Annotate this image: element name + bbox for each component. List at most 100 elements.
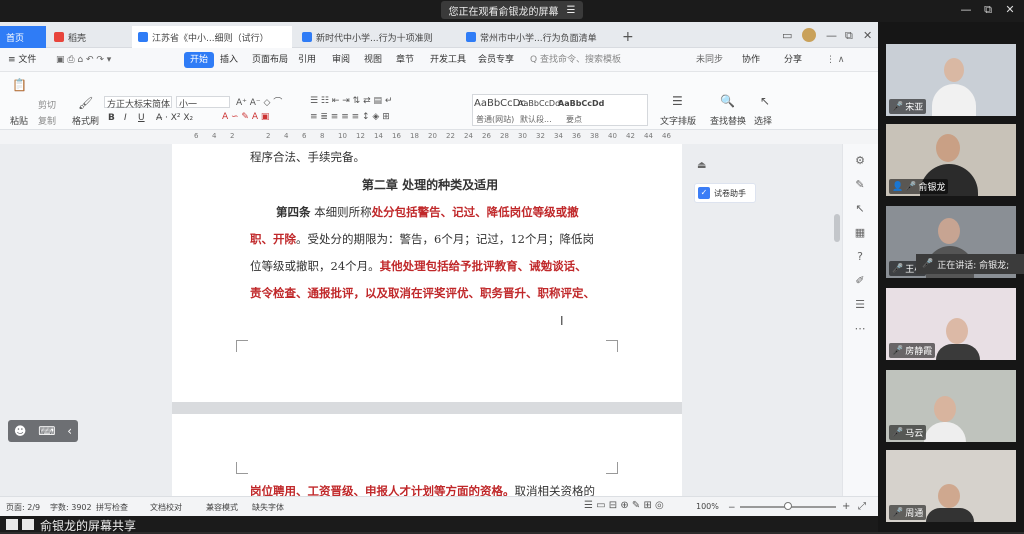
rail-list-icon[interactable]: ☰: [853, 298, 867, 312]
tab-docer[interactable]: 稻壳: [48, 26, 128, 48]
rail-pointer-icon[interactable]: ↖: [853, 202, 867, 216]
fullscreen-icon[interactable]: ⤢: [858, 501, 866, 512]
tab-document-3[interactable]: 常州市中小学...行为负面清单: [460, 26, 620, 48]
cut-button[interactable]: 剪切: [38, 98, 56, 111]
rail-help-icon[interactable]: ?: [853, 250, 867, 264]
new-tab-button[interactable]: +: [622, 29, 634, 45]
copy-button[interactable]: 复制: [38, 114, 56, 127]
doc-line-2[interactable]: 职、开除。受处分的期限为：警告，6个月；记过，12个月；降低岗: [250, 232, 610, 246]
more-icon[interactable]: ⋮ ∧: [826, 52, 844, 68]
find-icon[interactable]: 🔍: [720, 94, 735, 108]
participant-tile[interactable]: 🎤 宋亚: [886, 44, 1016, 116]
font-effects-icons[interactable]: A̶ · X² X₂: [156, 113, 193, 123]
rail-pen-icon[interactable]: ✎: [853, 178, 867, 192]
menu-start[interactable]: 开始: [184, 52, 215, 68]
ruler-tick: 20: [428, 132, 437, 140]
smiley-icon[interactable]: ☻: [14, 424, 27, 438]
ruler-tick: 42: [626, 132, 635, 140]
format-painter-label[interactable]: 格式刷: [72, 114, 99, 127]
doc-line-1[interactable]: 第四条 本细则所称处分包括警告、记过、降低岗位等级或撤: [250, 205, 610, 219]
zoom-in-icon[interactable]: +: [842, 501, 850, 512]
font-color-icons[interactable]: A ∽ ✎ A ▣: [222, 112, 269, 122]
underline-button[interactable]: U: [138, 113, 145, 123]
minimize-icon[interactable]: —: [958, 3, 974, 17]
font-size-grow-icons[interactable]: A⁺ A⁻ ◇ ⌒: [236, 95, 282, 108]
style-preview-default[interactable]: AaBbCcDd: [518, 99, 560, 108]
collaborate-button[interactable]: 协作: [742, 52, 760, 68]
menu-view[interactable]: 视图: [364, 52, 382, 68]
share-button[interactable]: 分享: [784, 52, 802, 68]
zoom-out-icon[interactable]: −: [728, 503, 736, 513]
floating-toolbar: ☻ ⌨ ‹: [8, 420, 78, 442]
participant-tile[interactable]: 🎤 房静霞: [886, 288, 1016, 360]
list-icons[interactable]: ☰ ☷ ⇤ ⇥ ⇅ ⇄ ▤ ↵: [310, 96, 392, 106]
participant-tile[interactable]: 👤 🎤 俞银龙: [886, 124, 1016, 196]
view-mode-icons[interactable]: ☰ ▭ ⊟ ⊕ ✎ ⊞ ◎: [584, 500, 664, 511]
select-cursor-icon[interactable]: ↖: [760, 94, 770, 108]
rail-more-icon[interactable]: ⋯: [853, 322, 867, 336]
doc-line-3[interactable]: 位等级或撤职，24个月。其他处理包括给予批评教育、诫勉谈话、: [250, 259, 610, 273]
collapse-icon[interactable]: ⏏: [697, 160, 706, 171]
document-proofread[interactable]: 文档校对: [150, 502, 182, 513]
wps-close-icon[interactable]: ✕: [863, 29, 872, 42]
tab-document-2[interactable]: 新时代中小学...行为十项准则: [296, 26, 456, 48]
doc-highlight-text: 其他处理包括给予批评教育、诫勉谈话、: [379, 259, 587, 273]
text-layout-button[interactable]: 文字排版: [660, 114, 696, 127]
keyboard-icon[interactable]: ⌨: [38, 424, 55, 438]
paste-label[interactable]: 粘贴: [10, 114, 28, 127]
zoom-level[interactable]: 100%: [696, 502, 719, 511]
menu-member[interactable]: 会员专享: [478, 52, 514, 68]
style-preview-keypoint[interactable]: AaBbCcDd: [558, 99, 604, 108]
text-layout-icon[interactable]: ☰: [672, 94, 683, 108]
missing-font[interactable]: 缺失字体: [252, 502, 284, 513]
screen-share-banner[interactable]: 您正在观看俞银龙的屏幕 ☰: [441, 1, 583, 19]
doc-line-4[interactable]: 责令检查、通报批评，以及取消在评奖评优、职务晋升、职称评定、: [250, 286, 610, 300]
menu-developer[interactable]: 开发工具: [430, 52, 466, 68]
font-name-select[interactable]: 方正大标宋简体: [104, 96, 172, 110]
doc-line-previous[interactable]: 程序合法、手续完备。: [250, 150, 610, 164]
wps-restore-icon[interactable]: ⧉: [845, 29, 853, 43]
menu-review[interactable]: 审阅: [332, 52, 350, 68]
layout-icon[interactable]: ▭: [782, 29, 792, 42]
file-menu[interactable]: ≡ 文件: [8, 52, 36, 68]
format-painter-icon[interactable]: 🖌: [78, 96, 93, 110]
menu-references[interactable]: 引用: [298, 52, 316, 68]
spell-check[interactable]: 拼写检查: [96, 502, 128, 513]
wps-minimize-icon[interactable]: —: [826, 29, 837, 42]
rail-edit-icon[interactable]: ✐: [853, 274, 867, 288]
tab-document-1[interactable]: 江苏省《中小...细则（试行）: [132, 26, 292, 48]
rail-shapes-icon[interactable]: ▦: [853, 226, 867, 240]
style-name-default[interactable]: 默认段...: [520, 114, 552, 125]
quick-access-icons[interactable]: ▣ ⎙ ⌂ ↶ ↷ ▾: [56, 52, 111, 68]
bold-button[interactable]: B: [108, 113, 115, 123]
menu-chapter[interactable]: 章节: [396, 52, 414, 68]
font-size-select[interactable]: 小一: [176, 96, 230, 110]
zoom-slider-thumb[interactable]: [784, 502, 792, 510]
page-indicator[interactable]: 页面: 2/9: [6, 502, 40, 513]
style-name-normal[interactable]: 普通(网站): [476, 114, 514, 125]
align-icons[interactable]: ≡ ≣ ≡ ≡ ≡ ↕ ◈ ⊞: [310, 112, 390, 122]
word-count[interactable]: 字数: 3902: [50, 502, 92, 513]
restore-icon[interactable]: ⧉: [980, 3, 996, 17]
chapter-heading[interactable]: 第二章 处理的种类及适用: [250, 178, 610, 192]
participant-tile[interactable]: 🎤 周通: [886, 450, 1016, 522]
select-button[interactable]: 选择: [754, 114, 772, 127]
tab-document-2-label: 新时代中小学...行为十项准则: [316, 33, 433, 44]
participant-tile[interactable]: 🎤 马云: [886, 370, 1016, 442]
vertical-scrollbar-thumb[interactable]: [834, 214, 840, 242]
user-avatar[interactable]: [802, 28, 816, 42]
italic-button[interactable]: I: [124, 113, 127, 123]
menu-page-layout[interactable]: 页面布局: [252, 52, 288, 68]
find-replace-button[interactable]: 查找替换: [710, 114, 746, 127]
tab-home[interactable]: 首页: [0, 26, 46, 48]
close-icon[interactable]: ✕: [1002, 3, 1018, 17]
command-search[interactable]: Q 查找命令、搜索模板: [530, 52, 621, 68]
menu-insert[interactable]: 插入: [220, 52, 238, 68]
exam-assistant-button[interactable]: ✓ 试卷助手: [694, 183, 756, 203]
rail-settings-icon[interactable]: ⚙: [853, 154, 867, 168]
style-name-keypoint[interactable]: 要点: [566, 114, 582, 125]
chevron-left-icon[interactable]: ‹: [67, 424, 72, 438]
menu-icon[interactable]: ☰: [567, 5, 576, 16]
paste-icon[interactable]: 📋: [12, 78, 27, 92]
sync-status[interactable]: 未同步: [696, 52, 723, 68]
